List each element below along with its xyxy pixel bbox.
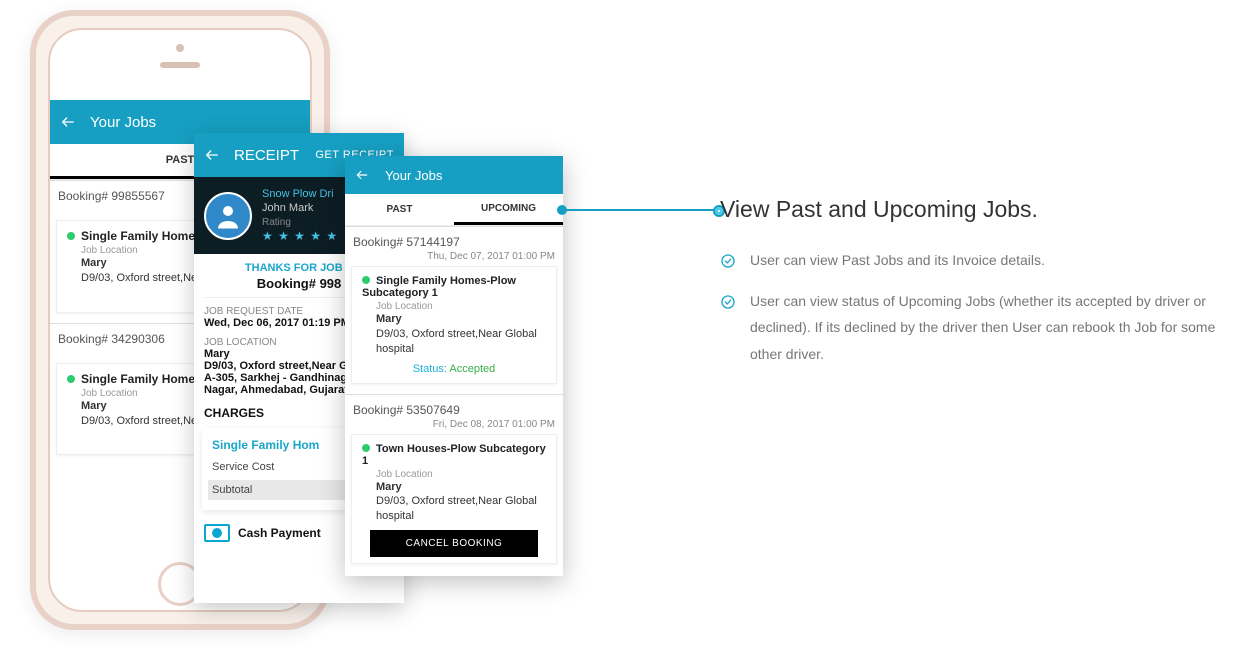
connector-line-icon bbox=[562, 209, 720, 211]
feature-title: View Past and Upcoming Jobs. bbox=[720, 196, 1230, 223]
loc-label: Job Location bbox=[376, 469, 546, 480]
receipt-appbar-title: RECEIPT bbox=[234, 147, 299, 164]
feature-block: View Past and Upcoming Jobs. User can vi… bbox=[720, 196, 1230, 381]
check-icon bbox=[720, 253, 736, 274]
service-name: Single Family Homes-Plow Subcategory 1 bbox=[362, 275, 516, 299]
status-value: Accepted bbox=[449, 363, 495, 375]
feature-point: User can view status of Upcoming Jobs (w… bbox=[720, 288, 1230, 368]
status-row: Status: Accepted bbox=[362, 363, 546, 375]
tab-upcoming[interactable]: UPCOMING bbox=[454, 194, 563, 225]
camera-icon bbox=[176, 44, 184, 52]
cash-icon bbox=[204, 524, 230, 542]
past-appbar-title: Your Jobs bbox=[90, 114, 156, 131]
status-label: Status: bbox=[413, 363, 447, 375]
feature-point-text: User can view Past Jobs and its Invoice … bbox=[750, 247, 1045, 274]
rating-label: Rating bbox=[262, 216, 338, 229]
check-icon bbox=[720, 294, 736, 368]
upcoming-tabs: PAST UPCOMING bbox=[345, 194, 563, 226]
cancel-booking-button[interactable]: CANCEL BOOKING bbox=[370, 530, 538, 557]
addr-line: Mary bbox=[376, 312, 546, 327]
feature-point-text: User can view status of Upcoming Jobs (w… bbox=[750, 288, 1230, 368]
booking-label: Booking# 53507649 bbox=[345, 394, 563, 419]
status-dot-icon bbox=[67, 375, 75, 383]
speaker-icon bbox=[160, 62, 200, 68]
booking-label: Booking# 57144197 bbox=[345, 226, 563, 251]
upcoming-appbar-title: Your Jobs bbox=[385, 168, 442, 183]
loc-label: Job Location bbox=[376, 301, 546, 312]
status-dot-icon bbox=[67, 232, 75, 240]
upcoming-screen: Your Jobs PAST UPCOMING Booking# 5714419… bbox=[345, 156, 563, 576]
driver-name: John Mark bbox=[262, 201, 338, 215]
driver-service: Snow Plow Dri bbox=[262, 187, 338, 201]
back-icon[interactable] bbox=[355, 168, 373, 182]
addr-line: D9/03, Oxford street,Near Global hospita… bbox=[376, 494, 546, 524]
job-card[interactable]: Single Family Homes-Plow Subcategory 1 J… bbox=[351, 266, 557, 384]
avatar-icon bbox=[204, 192, 252, 240]
tab-past[interactable]: PAST bbox=[345, 194, 454, 225]
status-dot-icon bbox=[362, 276, 370, 284]
rating-stars-icon: ★ ★ ★ ★ ★ bbox=[262, 229, 338, 245]
upcoming-appbar: Your Jobs bbox=[345, 156, 563, 194]
charge-label: Subtotal bbox=[212, 484, 252, 496]
back-icon[interactable] bbox=[204, 147, 222, 163]
job-card[interactable]: Town Houses-Plow Subcategory 1 Job Locat… bbox=[351, 434, 557, 565]
addr-line: D9/03, Oxford street,Near Global hospita… bbox=[376, 327, 546, 357]
addr-line: Mary bbox=[376, 480, 546, 495]
charge-label: Service Cost bbox=[212, 461, 274, 473]
back-icon[interactable] bbox=[60, 114, 78, 130]
phone-notch-area bbox=[50, 30, 310, 100]
feature-point: User can view Past Jobs and its Invoice … bbox=[720, 247, 1230, 274]
service-name: Town Houses-Plow Subcategory 1 bbox=[362, 443, 546, 467]
payment-label: Cash Payment bbox=[238, 526, 321, 540]
booking-date: Fri, Dec 08, 2017 01:00 PM bbox=[345, 419, 563, 434]
status-dot-icon bbox=[362, 444, 370, 452]
booking-date: Thu, Dec 07, 2017 01:00 PM bbox=[345, 251, 563, 266]
